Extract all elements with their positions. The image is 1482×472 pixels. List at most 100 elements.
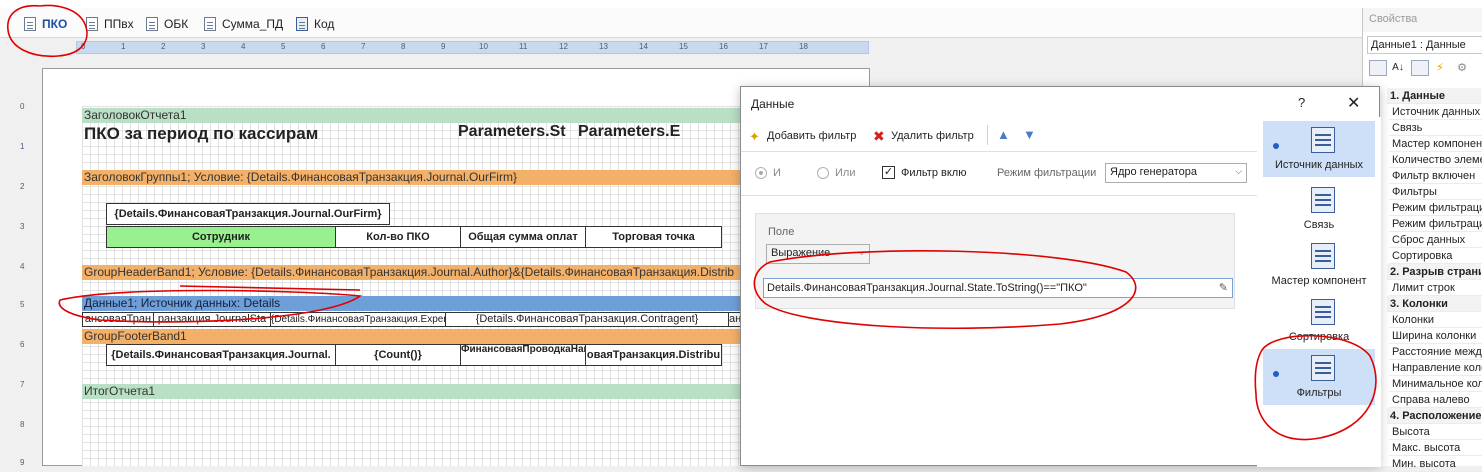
property-row[interactable]: Сортировка <box>1389 248 1482 264</box>
property-row[interactable]: Справа налево <box>1389 392 1482 408</box>
ruler-tick: 17 <box>759 42 768 51</box>
ruler-tick: 0 <box>20 102 25 111</box>
property-row[interactable]: Лимит строк <box>1389 280 1482 296</box>
property-row[interactable]: Фильтры <box>1389 184 1482 200</box>
tab-pko[interactable]: ПКО <box>22 14 67 34</box>
data-cell[interactable]: {Details.ФинансоваяТранзакция.Expense} <box>270 312 446 327</box>
property-row[interactable]: Высота <box>1389 424 1482 440</box>
filter-mode-select[interactable]: Ядро генератора ⌵ <box>1105 163 1247 183</box>
property-category[interactable]: 3. Колонки <box>1387 296 1481 312</box>
radio-and[interactable] <box>755 167 767 179</box>
group-header-band-2[interactable]: GroupHeaderBand1; Условие: {Details.Фина… <box>82 265 742 280</box>
vertical-ruler: 0 1 2 3 4 5 6 7 8 9 <box>16 96 30 467</box>
property-row[interactable]: Количество элементов <box>1389 152 1482 168</box>
tab-summa-pd[interactable]: Сумма_ПД <box>202 14 283 34</box>
page-icon <box>24 17 36 31</box>
nav-filters[interactable]: Фильтры <box>1263 349 1375 405</box>
filter-icon <box>1311 355 1335 381</box>
property-row[interactable]: Мин. высота <box>1389 456 1482 472</box>
selected-dot-icon <box>1273 371 1279 377</box>
nav-master-component[interactable]: Мастер компонент <box>1263 237 1375 293</box>
nav-label: Источник данных <box>1274 159 1364 171</box>
footer-cell-count[interactable]: {Count()} <box>335 344 461 366</box>
report-footer-band[interactable]: ИтогОтчета1 <box>82 384 742 399</box>
ruler-tick: 3 <box>201 42 206 51</box>
property-category[interactable]: 4. Расположение <box>1387 408 1481 424</box>
ruler-tick: 2 <box>20 182 25 191</box>
ruler-tick: 9 <box>441 42 446 51</box>
property-row[interactable]: Макс. высота <box>1389 440 1482 456</box>
field-label: Поле <box>768 226 795 238</box>
data-cell[interactable]: ранзакция.JournalSta <box>153 312 271 327</box>
footer-cell-distrib[interactable]: оваяТранзакция.Distribu <box>585 344 722 366</box>
nav-label: Сортировка <box>1288 331 1350 343</box>
tab-obk[interactable]: ОБК <box>144 14 188 34</box>
dialog-side-nav: Источник данных Связь Мастер компонент С… <box>1257 117 1381 467</box>
ruler-tick: 4 <box>241 42 246 51</box>
property-row[interactable]: Направление колонок <box>1389 360 1482 376</box>
remove-filter-button[interactable]: ✖ Удалить фильтр <box>871 127 974 145</box>
filter-mode-value: Ядро генератора <box>1110 166 1197 178</box>
ruler-tick: 6 <box>321 42 326 51</box>
header-cell-point[interactable]: Торговая точка <box>585 226 722 248</box>
footer-cell-total[interactable]: ФинансоваяПроводкаНациональнаяВалюта <box>460 344 586 366</box>
filter-on-checkbox[interactable]: ✓ <box>882 166 895 179</box>
parameters-start-text[interactable]: Parameters.St <box>458 123 570 141</box>
header-cell-total[interactable]: Общая сумма оплат <box>460 226 586 248</box>
edit-pencil-icon[interactable]: ✎ <box>1219 281 1228 294</box>
nav-sorting[interactable]: Сортировка <box>1263 293 1375 349</box>
property-row[interactable]: Источник данных <box>1389 104 1482 120</box>
move-up-icon[interactable]: ▲ <box>997 127 1010 142</box>
ourfirm-cell[interactable]: {Details.ФинансоваяТранзакция.Journal.Ou… <box>106 203 390 225</box>
ruler-tick: 12 <box>559 42 568 51</box>
property-row[interactable]: Сброс данных <box>1389 232 1482 248</box>
group-header-band[interactable]: ЗаголовокГруппы1; Условие: {Details.Фина… <box>82 170 742 185</box>
property-row[interactable]: Режим фильтрации <box>1389 216 1482 232</box>
data-band[interactable]: Данные1; Источник данных: Details <box>82 296 742 311</box>
data-cell[interactable]: {Details.ФинансоваяТранзакция.Contragent… <box>445 312 729 327</box>
property-row[interactable]: Ширина колонки <box>1389 328 1482 344</box>
header-cell-count[interactable]: Кол-во ПКО <box>335 226 461 248</box>
ruler-tick: 2 <box>161 42 166 51</box>
property-row[interactable]: Мастер компонент <box>1389 136 1482 152</box>
report-header-band[interactable]: ЗаголовокОтчета1 <box>82 108 742 123</box>
property-row[interactable]: Связь <box>1389 120 1482 136</box>
help-button[interactable]: ? <box>1298 95 1305 110</box>
data-cell[interactable]: ансоваяТран <box>82 312 154 327</box>
filter-on-label: Фильтр вклю <box>901 167 967 179</box>
filter-mode-label: Режим фильтрации <box>997 167 1097 179</box>
remove-filter-icon: ✖ <box>873 128 885 144</box>
property-row[interactable]: Режим фильтрации <box>1389 200 1482 216</box>
page-icon <box>204 17 216 31</box>
footer-cell-author[interactable]: {Details.ФинансоваяТранзакция.Journal. <box>106 344 336 366</box>
property-row[interactable]: Расстояние между <box>1389 344 1482 360</box>
code-icon <box>296 17 308 31</box>
page-icon <box>146 17 158 31</box>
add-filter-button[interactable]: ✦ Добавить фильтр <box>747 127 856 145</box>
datasource-icon <box>1311 127 1335 153</box>
data-dialog: Данные ? ✕ ✦ Добавить фильтр ✖ Удалить ф… <box>740 86 1381 467</box>
add-filter-label: Добавить фильтр <box>767 130 857 142</box>
tab-ppvh[interactable]: ППвх <box>84 14 134 34</box>
property-row[interactable]: Колонки <box>1389 312 1482 328</box>
ruler-tick: 0 <box>81 42 86 51</box>
property-row[interactable]: Минимальное количество <box>1389 376 1482 392</box>
field-type-select[interactable]: Выражение ⌵ <box>766 244 870 264</box>
group-footer-band[interactable]: GroupFooterBand1 <box>82 329 742 344</box>
property-category[interactable]: 1. Данные <box>1387 88 1481 104</box>
property-row[interactable]: Фильтр включен <box>1389 168 1482 184</box>
tab-code[interactable]: Код <box>294 14 334 34</box>
nav-datasource[interactable]: Источник данных <box>1263 121 1375 177</box>
master-component-icon <box>1311 243 1335 269</box>
ruler-tick: 14 <box>639 42 648 51</box>
expression-input[interactable]: Details.ФинансоваяТранзакция.Journal.Sta… <box>763 278 1233 298</box>
radio-or[interactable] <box>817 167 829 179</box>
header-cell-employee[interactable]: Сотрудник <box>106 226 336 248</box>
report-title-text[interactable]: ПКО за период по кассирам <box>84 124 318 144</box>
move-down-icon[interactable]: ▼ <box>1023 127 1036 142</box>
section-divider <box>741 195 1257 196</box>
parameters-end-text[interactable]: Parameters.E <box>578 123 682 141</box>
property-category[interactable]: 2. Разрыв страницы <box>1387 264 1481 280</box>
close-button[interactable]: ✕ <box>1347 93 1360 113</box>
nav-relation[interactable]: Связь <box>1263 181 1375 237</box>
